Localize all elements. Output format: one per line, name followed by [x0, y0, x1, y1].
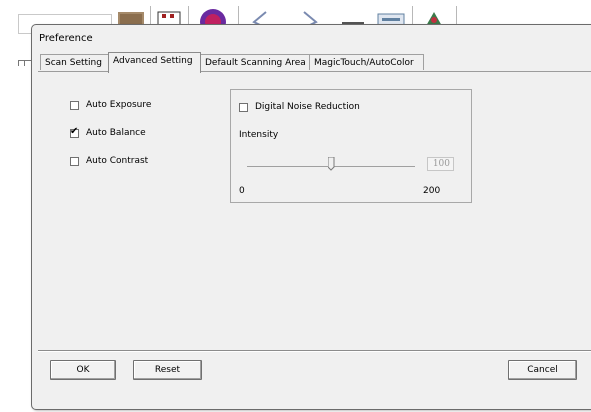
tab-advanced-setting[interactable]: Advanced Setting	[108, 52, 201, 73]
ruler-tick	[18, 60, 19, 66]
cancel-button[interactable]: Cancel	[508, 360, 577, 380]
preference-dialog: Preference Scan Setting Advanced Setting…	[31, 24, 591, 410]
auto-balance-label: Auto Balance	[86, 128, 146, 138]
auto-exposure-option[interactable]: Auto Exposure	[70, 100, 151, 110]
auto-contrast-checkbox[interactable]	[70, 156, 79, 166]
dialog-title: Preference	[39, 33, 93, 44]
button-separator-highlight	[38, 351, 591, 352]
checkmark-icon: ✔	[70, 125, 79, 137]
noise-reduction-group: Digital Noise Reduction Intensity 100 0 …	[230, 89, 472, 203]
digital-noise-reduction-option[interactable]: Digital Noise Reduction	[239, 102, 360, 112]
auto-balance-option[interactable]: ✔ Auto Balance	[70, 125, 146, 138]
dialog-titlebar[interactable]: Preference	[32, 25, 591, 49]
intensity-max-label: 200	[423, 186, 441, 196]
tab-magictouch-autocolor[interactable]: MagicTouch/AutoColor	[309, 54, 424, 70]
reset-button[interactable]: Reset	[133, 360, 202, 380]
auto-contrast-label: Auto Contrast	[86, 156, 149, 166]
auto-balance-checkbox[interactable]: ✔	[70, 125, 79, 138]
tab-scan-setting[interactable]: Scan Setting	[40, 54, 109, 70]
auto-exposure-label: Auto Exposure	[86, 100, 152, 110]
tab-default-scanning-area[interactable]: Default Scanning Area	[200, 54, 310, 70]
auto-contrast-option[interactable]: Auto Contrast	[70, 156, 148, 166]
intensity-label: Intensity	[239, 130, 279, 140]
digital-noise-reduction-checkbox[interactable]	[239, 102, 248, 112]
auto-exposure-checkbox[interactable]	[70, 100, 79, 110]
background-ruler	[18, 60, 32, 61]
intensity-min-label: 0	[239, 186, 245, 196]
digital-noise-reduction-label: Digital Noise Reduction	[255, 102, 360, 112]
intensity-value-field[interactable]: 100	[427, 157, 454, 171]
ruler-tick	[24, 60, 25, 66]
tab-strip: Scan Setting Advanced Setting Default Sc…	[40, 52, 591, 73]
intensity-slider-thumb[interactable]	[327, 156, 335, 171]
ok-button[interactable]: OK	[50, 360, 116, 380]
